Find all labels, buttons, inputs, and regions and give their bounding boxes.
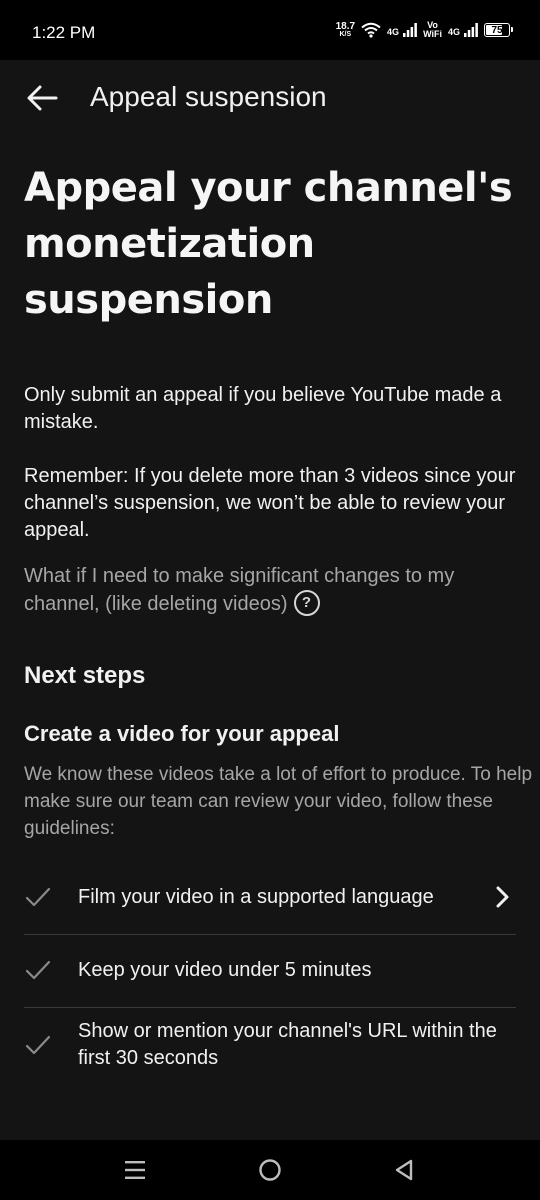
signal-icon: [464, 23, 478, 37]
home-circle-icon: [259, 1159, 281, 1181]
page-title: Appeal suspension: [90, 81, 327, 112]
next-steps-title: Next steps: [24, 662, 146, 689]
help-link-text: What if I need to make significant chang…: [24, 565, 455, 615]
network-speed: 18.7 K/S: [335, 20, 356, 39]
app-bar: Appeal suspension: [0, 60, 540, 136]
vowifi-bottom: WiFi: [423, 29, 442, 39]
check-icon: [25, 1035, 51, 1055]
check-icon: [25, 960, 51, 980]
check-icon: [25, 887, 51, 907]
guideline-item-url: Show or mention your channel's URL withi…: [24, 1008, 516, 1084]
battery-icon: 75: [484, 23, 513, 37]
network-type-2: 4G: [447, 27, 460, 37]
status-time: 1:22 PM: [32, 23, 96, 42]
delete-warning: Remember: If you delete more than 3 vide…: [24, 465, 516, 541]
create-video-title: Create a video for your appeal: [24, 721, 340, 746]
system-nav-bar: [0, 1140, 540, 1200]
recents-button[interactable]: [117, 1154, 153, 1186]
battery-level: 75: [491, 24, 503, 36]
guidelines-list: Film your video in a supported language …: [24, 862, 516, 1084]
home-button[interactable]: [252, 1154, 288, 1186]
signal-group-1: 4G: [387, 23, 417, 37]
status-bar: 1:22 PM 18.7 K/S 4G Vo WiFi 4G 75: [0, 0, 540, 60]
signal-icon: [403, 23, 417, 37]
signal-group-2: 4G: [448, 23, 478, 37]
arrow-left-icon: [27, 85, 58, 111]
guideline-label: Show or mention your channel's URL withi…: [78, 1020, 497, 1069]
menu-icon: [125, 1161, 145, 1179]
wifi-icon: [361, 22, 381, 38]
network-speed-value: 18.7: [335, 20, 356, 32]
back-nav-button[interactable]: [386, 1154, 422, 1186]
headline: Appeal your channel's monetization suspe…: [24, 165, 513, 323]
guideline-item-length: Keep your video under 5 minutes: [24, 935, 516, 1008]
create-video-description: We know these videos take a lot of effor…: [24, 764, 533, 839]
question-mark-icon[interactable]: ?: [293, 589, 320, 616]
network-type-1: 4G: [387, 27, 400, 37]
back-triangle-icon: [395, 1159, 413, 1181]
guideline-label: Film your video in a supported language: [78, 885, 434, 908]
back-button[interactable]: [22, 80, 62, 116]
app-screen: Appeal suspension Appeal your channel's …: [0, 60, 540, 1140]
status-icons: 18.7 K/S 4G Vo WiFi 4G 75: [335, 20, 513, 39]
chevron-right-icon: [496, 886, 509, 908]
appeal-notice: Only submit an appeal if you believe You…: [24, 384, 502, 433]
help-link[interactable]: What if I need to make significant chang…: [24, 562, 516, 618]
network-speed-unit: K/S: [339, 30, 352, 38]
vowifi-indicator: Vo WiFi: [423, 21, 442, 39]
guideline-label: Keep your video under 5 minutes: [78, 958, 372, 981]
guideline-item-language[interactable]: Film your video in a supported language: [24, 862, 516, 935]
main-content: Appeal your channel's monetization suspe…: [24, 160, 532, 1084]
